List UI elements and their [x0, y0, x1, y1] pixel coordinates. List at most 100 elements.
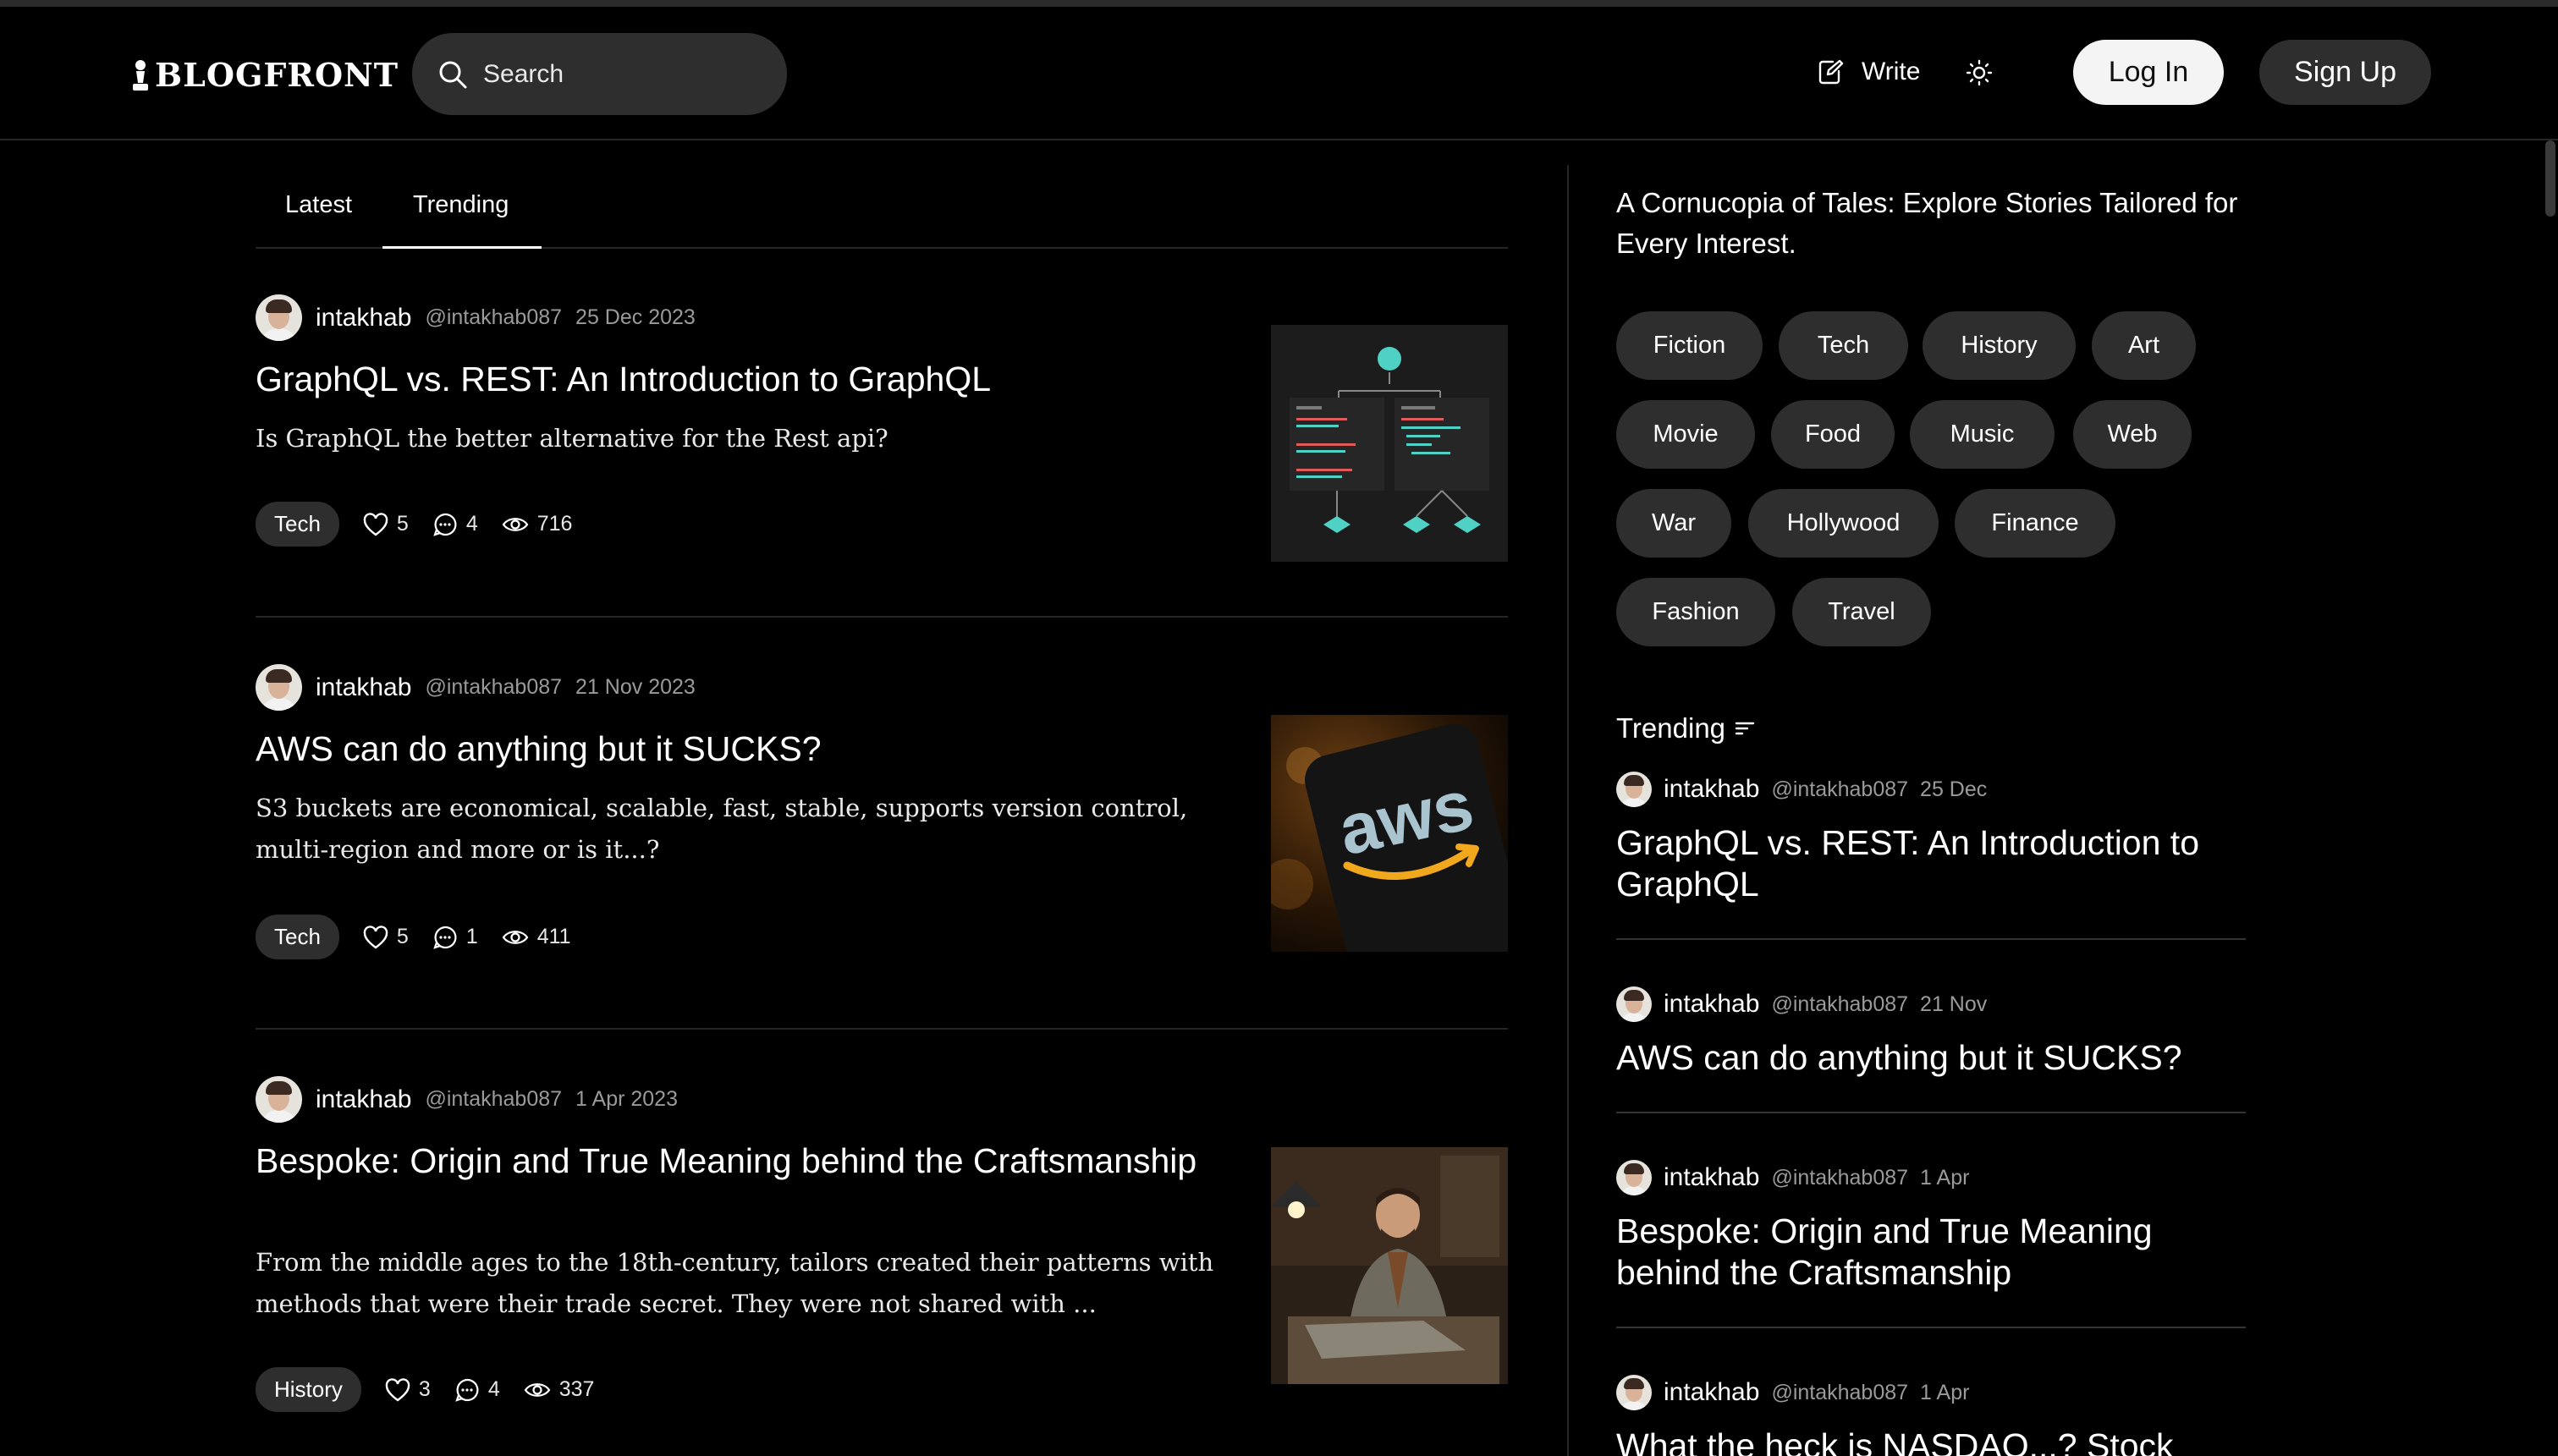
publish-date: 25 Dec 2023 [575, 305, 696, 329]
category-chip[interactable]: Tech [1779, 311, 1908, 380]
feed-tabs: Latest Trending [256, 166, 1508, 249]
category-chip[interactable]: Travel [1792, 578, 1931, 646]
author-name[interactable]: intakhab [1664, 1163, 1759, 1192]
publish-date: 1 Apr [1920, 1380, 1970, 1404]
like-count[interactable]: 3 [385, 1377, 431, 1402]
trending-divider [1616, 1327, 2246, 1328]
comment-count[interactable]: 4 [432, 512, 478, 537]
comment-icon [433, 513, 457, 536]
sidebar-heading: A Cornucopia of Tales: Explore Stories T… [1616, 187, 2238, 259]
author-name[interactable]: intakhab [1664, 1378, 1759, 1407]
category-chip[interactable]: War [1616, 489, 1731, 558]
author-name[interactable]: intakhab [1664, 990, 1759, 1019]
category-chip[interactable]: Art [2092, 311, 2196, 380]
author-handle: @intakhab087 [1771, 777, 1909, 801]
trending-meta: intakhab @intakhab087 1 Apr [1616, 1375, 2246, 1410]
trending-item[interactable]: intakhab @intakhab087 21 Nov AWS can do … [1616, 986, 2246, 1079]
trending-title[interactable]: AWS can do anything but it SUCKS? [1616, 1037, 2246, 1079]
category-tag[interactable]: History [256, 1367, 361, 1412]
avatar [256, 1076, 302, 1123]
graphql-rest-diagram-image [1271, 325, 1508, 562]
search-icon [439, 61, 467, 88]
sun-icon [1966, 59, 1993, 86]
heart-icon [363, 512, 388, 536]
trending-item[interactable]: intakhab @intakhab087 1 Apr Bespoke: Ori… [1616, 1160, 2246, 1294]
category-chip[interactable]: Music [1910, 400, 2055, 469]
aws-logo-image: aws [1271, 715, 1508, 952]
logo[interactable]: BLOGFRONT [131, 56, 399, 94]
article-title[interactable]: AWS can do anything but it SUCKS? [256, 728, 1220, 770]
view-count: 411 [502, 925, 571, 949]
like-count[interactable]: 5 [363, 512, 409, 536]
article-title[interactable]: GraphQL vs. REST: An Introduction to Gra… [256, 359, 1220, 400]
article-title[interactable]: Bespoke: Origin and True Meaning behind … [256, 1140, 1220, 1182]
article-subtitle: Is GraphQL the better alternative for th… [256, 424, 888, 453]
article-stats: Tech 5 4 716 [256, 502, 572, 547]
category-chip[interactable]: Fashion [1616, 578, 1775, 646]
tailor-photo-image [1271, 1147, 1508, 1384]
author-handle: @intakhab087 [1771, 1165, 1909, 1190]
trending-item[interactable]: intakhab @intakhab087 1 Apr What the hec… [1616, 1375, 2246, 1456]
comment-count[interactable]: 1 [432, 925, 478, 950]
view-count: 716 [502, 512, 572, 536]
author-name[interactable]: intakhab [316, 304, 411, 332]
eye-icon [524, 1382, 551, 1397]
author-name[interactable]: intakhab [1664, 775, 1759, 804]
tab-trending[interactable]: Trending [413, 191, 509, 219]
category-chip[interactable]: Food [1771, 400, 1895, 469]
author-handle: @intakhab087 [425, 305, 563, 329]
category-chip[interactable]: Finance [1955, 489, 2115, 558]
tab-latest[interactable]: Latest [285, 191, 352, 219]
comment-icon [433, 926, 457, 949]
article-meta: intakhab @intakhab087 25 Dec 2023 [256, 294, 696, 341]
avatar [256, 664, 302, 711]
author-handle: @intakhab087 [425, 1087, 563, 1111]
article-subtitle: From the middle ages to the 18th-century… [256, 1248, 1214, 1318]
site-header: BLOGFRONT Write Log In Sign Up [0, 7, 2558, 140]
signup-button[interactable]: Sign Up [2259, 40, 2431, 105]
category-chip[interactable]: Fiction [1616, 311, 1763, 380]
search-input[interactable] [483, 59, 754, 89]
search-box[interactable] [412, 33, 787, 115]
category-chip[interactable]: Movie [1616, 400, 1755, 469]
avatar [1616, 986, 1652, 1022]
theme-toggle[interactable] [1966, 59, 1993, 91]
login-button[interactable]: Log In [2073, 40, 2224, 105]
eye-icon [502, 930, 529, 944]
article-thumbnail[interactable] [1271, 1147, 1508, 1384]
logo-text: BLOGFRONT [155, 56, 399, 94]
category-chip[interactable]: Web [2073, 400, 2192, 469]
avatar [1616, 1160, 1652, 1195]
trending-title[interactable]: What the heck is NASDAQ...? Stock [1616, 1426, 2246, 1456]
write-button[interactable]: Write [1818, 58, 1920, 86]
article-meta: intakhab @intakhab087 1 Apr 2023 [256, 1076, 678, 1123]
publish-date: 21 Nov [1920, 992, 1988, 1016]
trending-divider [1616, 938, 2246, 940]
trending-meta: intakhab @intakhab087 25 Dec [1616, 772, 2246, 807]
author-name[interactable]: intakhab [316, 673, 411, 702]
category-tag[interactable]: Tech [256, 915, 339, 959]
view-count: 337 [524, 1377, 594, 1402]
category-chip[interactable]: History [1923, 311, 2076, 380]
article-thumbnail[interactable] [1271, 325, 1508, 562]
author-name[interactable]: intakhab [316, 1085, 411, 1114]
like-count[interactable]: 5 [363, 925, 409, 949]
trending-item[interactable]: intakhab @intakhab087 25 Dec GraphQL vs.… [1616, 772, 2246, 905]
publish-date: 25 Dec [1920, 777, 1988, 801]
chess-pawn-icon [133, 59, 148, 91]
trending-title[interactable]: Bespoke: Origin and True Meaning behind … [1616, 1211, 2246, 1294]
author-handle: @intakhab087 [425, 675, 563, 699]
write-label: Write [1862, 58, 1921, 85]
write-icon [1818, 59, 1844, 85]
active-tab-indicator [382, 246, 542, 249]
category-chip[interactable]: Hollywood [1748, 489, 1939, 558]
article-thumbnail[interactable]: aws [1271, 715, 1508, 952]
category-tag[interactable]: Tech [256, 502, 339, 547]
sidebar-divider [1567, 165, 1569, 1456]
page-scrollbar[interactable] [2545, 140, 2555, 217]
article-stats: History 3 4 337 [256, 1367, 594, 1412]
trending-title[interactable]: GraphQL vs. REST: An Introduction to Gra… [1616, 822, 2246, 905]
trending-heading: Trending [1616, 712, 1756, 744]
comment-count[interactable]: 4 [454, 1377, 500, 1403]
comment-icon [455, 1378, 479, 1402]
